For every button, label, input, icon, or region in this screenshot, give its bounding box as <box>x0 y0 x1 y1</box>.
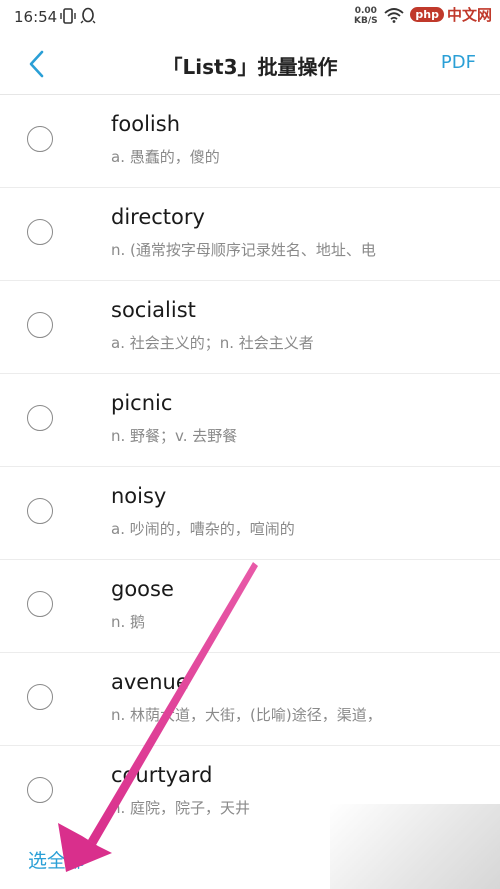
word-text: directory <box>111 205 205 229</box>
list-item[interactable]: foolish a. 愚蠢的，傻的 <box>0 95 500 188</box>
pdf-button[interactable]: PDF <box>441 52 476 73</box>
word-text: avenue <box>111 670 189 694</box>
word-definition: a. 吵闹的，嘈杂的，喧闹的 <box>111 520 295 538</box>
list-item[interactable]: noisy a. 吵闹的，嘈杂的，喧闹的 <box>0 467 500 560</box>
net-speed-unit: KB/S <box>354 16 378 26</box>
word-text: noisy <box>111 484 167 508</box>
word-text: courtyard <box>111 763 213 787</box>
word-text: picnic <box>111 391 173 415</box>
page-title: 「List3」批量操作 <box>162 55 338 79</box>
status-time: 16:54 <box>14 8 58 26</box>
watermark-badge: php <box>410 7 444 22</box>
net-speed-value: 0.00 <box>354 6 377 16</box>
wifi-icon <box>384 7 404 27</box>
select-radio[interactable] <box>27 219 53 245</box>
list-item[interactable]: picnic n. 野餐；v. 去野餐 <box>0 374 500 467</box>
app-header: 「List3」批量操作 PDF <box>0 34 500 95</box>
word-definition: n. 鹅 <box>111 613 146 631</box>
word-definition: n. 林荫大道，大街，(比喻)途径，渠道， <box>111 706 382 724</box>
select-radio[interactable] <box>27 684 53 710</box>
select-all-button[interactable]: 选全部 <box>28 846 85 873</box>
select-radio[interactable] <box>27 777 53 803</box>
word-definition: a. 社会主义的；n. 社会主义者 <box>111 334 314 352</box>
vibrate-icon <box>60 7 76 29</box>
word-text: foolish <box>111 112 181 136</box>
word-text: socialist <box>111 298 196 322</box>
word-list: foolish a. 愚蠢的，傻的 directory n. (通常按字母顺序记… <box>0 95 500 838</box>
watermark-text: 中文网 <box>446 6 492 24</box>
word-definition: a. 愚蠢的，傻的 <box>111 148 220 166</box>
watermark-logo: php 中文网 <box>408 4 492 28</box>
word-text: goose <box>111 577 174 601</box>
list-item[interactable]: socialist a. 社会主义的；n. 社会主义者 <box>0 281 500 374</box>
list-item[interactable]: goose n. 鹅 <box>0 560 500 653</box>
list-item[interactable]: directory n. (通常按字母顺序记录姓名、地址、电 <box>0 188 500 281</box>
select-radio[interactable] <box>27 312 53 338</box>
net-speed: 0.00 KB/S <box>354 6 378 26</box>
select-radio[interactable] <box>27 126 53 152</box>
select-radio[interactable] <box>27 591 53 617</box>
select-radio[interactable] <box>27 498 53 524</box>
word-definition: n. 野餐；v. 去野餐 <box>111 427 238 445</box>
qq-icon <box>80 7 96 29</box>
word-definition: n. (通常按字母顺序记录姓名、地址、电 <box>111 241 376 259</box>
list-item[interactable]: avenue n. 林荫大道，大街，(比喻)途径，渠道， <box>0 653 500 746</box>
select-radio[interactable] <box>27 405 53 431</box>
blurred-overlay <box>330 804 500 889</box>
